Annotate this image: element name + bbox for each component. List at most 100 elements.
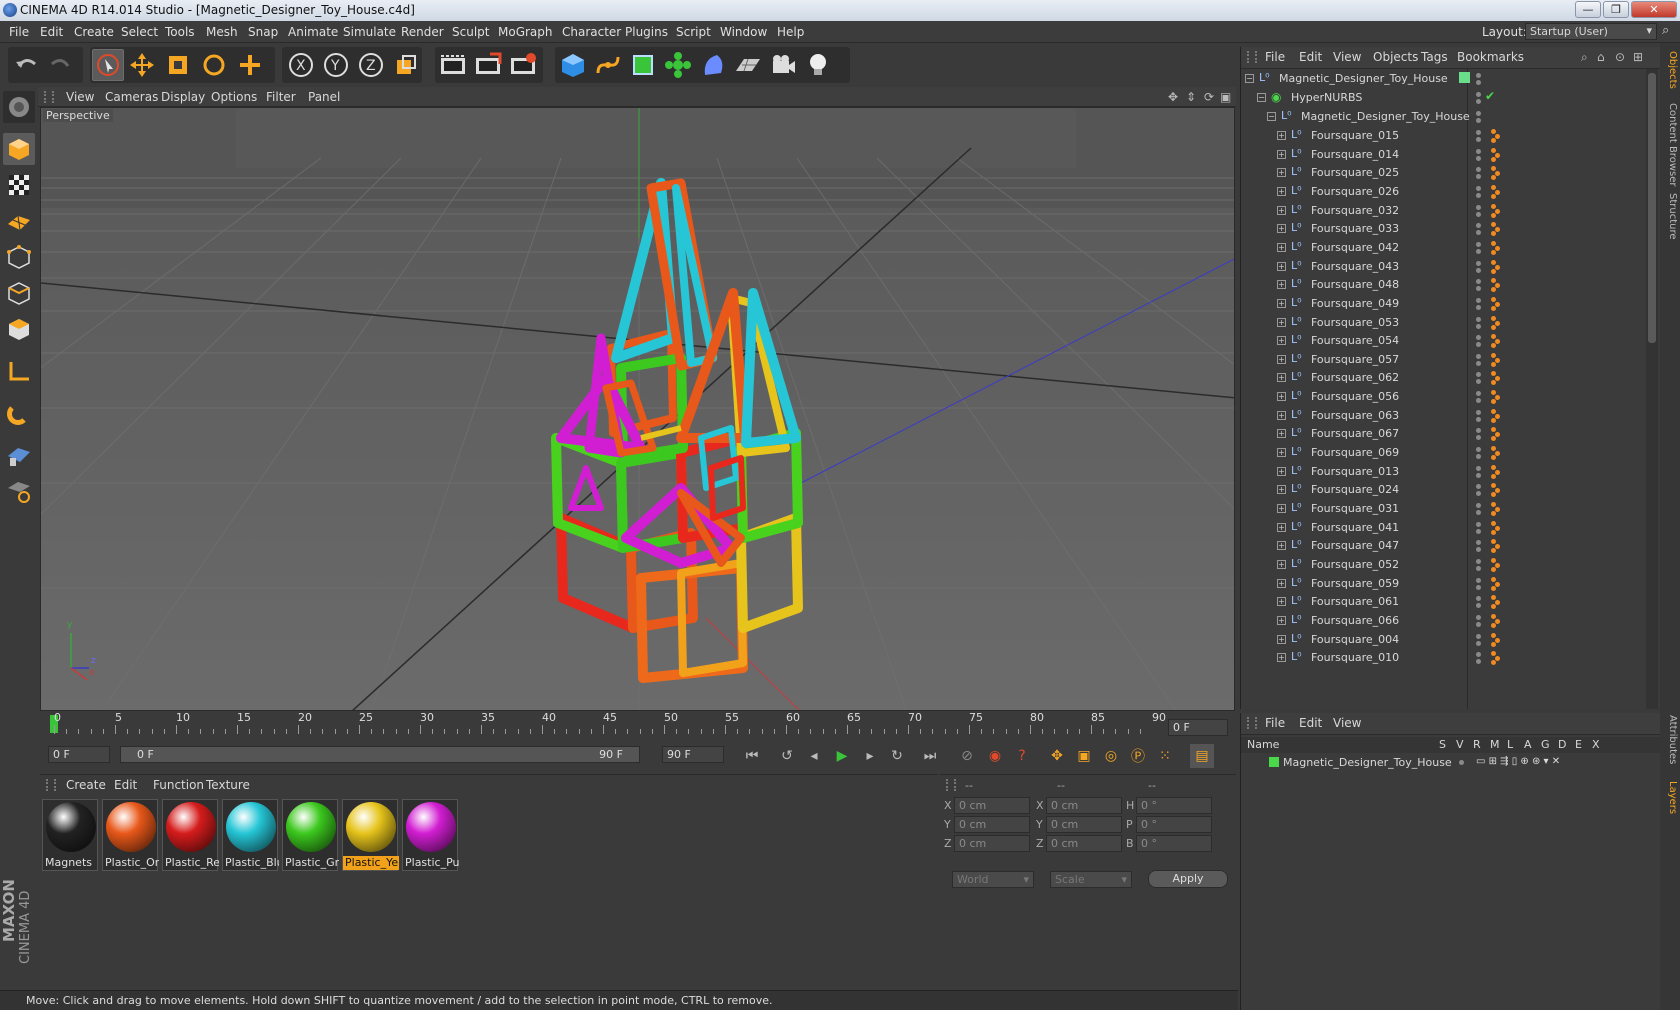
material-tag-icon[interactable] (1495, 189, 1500, 195)
layer-menu-view[interactable]: View (1333, 716, 1361, 730)
object-row[interactable]: + L⁰ Foursquare_067 (1241, 424, 1646, 444)
tab-structure[interactable]: Structure (1662, 193, 1678, 240)
render-settings-icon[interactable] (507, 49, 539, 81)
collapse-icon[interactable]: − (1267, 112, 1276, 121)
render-visibility-dot[interactable] (1476, 267, 1481, 273)
material-tag-icon[interactable] (1491, 520, 1496, 526)
menu-mesh[interactable]: Mesh (206, 25, 238, 39)
redo-icon[interactable] (45, 49, 77, 81)
object-row[interactable]: + L⁰ Foursquare_031 (1241, 499, 1646, 519)
render-visibility-dot[interactable] (1476, 621, 1481, 627)
render-visibility-dot[interactable] (1476, 640, 1481, 646)
object-row[interactable]: + L⁰ Foursquare_048 (1241, 275, 1646, 295)
expand-icon[interactable]: + (1277, 131, 1286, 140)
material-swatch[interactable]: Plastic_Yell (342, 799, 399, 871)
floor-icon[interactable] (732, 49, 764, 81)
tab-objects[interactable]: Objects (1662, 51, 1678, 89)
obj-menu-edit[interactable]: Edit (1299, 50, 1322, 64)
mat-menu-function[interactable]: Function (153, 778, 204, 792)
end-frame-field[interactable]: 90 F (662, 746, 724, 763)
render-visibility-dot[interactable] (1476, 304, 1481, 310)
editor-visibility-dot[interactable] (1476, 204, 1481, 210)
render-visibility-dot[interactable] (1476, 510, 1481, 515)
axis-mode-icon[interactable] (3, 355, 35, 387)
material-tag-icon[interactable] (1491, 511, 1496, 516)
material-tag-icon[interactable] (1495, 357, 1500, 363)
render-visibility-dot[interactable] (1476, 248, 1481, 254)
object-row[interactable]: + L⁰ Foursquare_025 (1241, 163, 1646, 183)
layer-column-header[interactable]: R (1473, 738, 1481, 751)
material-tag-icon[interactable] (1491, 212, 1496, 218)
world-coord-icon[interactable] (390, 49, 422, 81)
object-row[interactable]: + L⁰ Foursquare_054 (1241, 331, 1646, 351)
material-tag-icon[interactable] (1491, 324, 1496, 330)
coord-field[interactable]: 0 ° (1136, 797, 1212, 814)
material-tag-icon[interactable] (1491, 585, 1496, 591)
object-name[interactable]: Foursquare_025 (1311, 166, 1399, 179)
tab-layers[interactable]: Layers (1662, 781, 1678, 814)
expand-icon[interactable]: + (1277, 392, 1286, 402)
material-tag-icon[interactable] (1495, 339, 1500, 345)
workplane-mode-icon[interactable] (3, 205, 35, 237)
object-row[interactable]: + L⁰ Foursquare_041 (1241, 518, 1646, 538)
menu-mograph[interactable]: MoGraph (498, 25, 553, 39)
expand-icon[interactable]: + (1277, 205, 1286, 215)
editor-visibility-dot[interactable] (1476, 614, 1481, 620)
material-tag-icon[interactable] (1491, 455, 1496, 461)
material-tag-icon[interactable] (1495, 525, 1500, 531)
render-visibility-dot[interactable] (1476, 472, 1481, 478)
polygons-mode-icon[interactable] (3, 313, 35, 345)
menu-script[interactable]: Script (676, 25, 711, 39)
key-scale-icon[interactable]: ▣ (1072, 744, 1096, 768)
layer-column-header[interactable]: G (1541, 738, 1550, 751)
editor-visibility-dot[interactable] (1476, 633, 1481, 639)
object-name[interactable]: Foursquare_066 (1311, 614, 1399, 627)
expand-icon[interactable]: + (1277, 336, 1286, 346)
object-name[interactable]: Foursquare_049 (1311, 297, 1399, 310)
vp-menu-view[interactable]: View (66, 90, 94, 104)
nurbs-icon[interactable] (627, 49, 659, 81)
expand-icon[interactable]: + (1277, 653, 1286, 663)
menu-snap[interactable]: Snap (248, 25, 278, 39)
scale-icon[interactable] (162, 49, 194, 81)
object-name[interactable]: Magnetic_Designer_Toy_House (1279, 72, 1448, 85)
editor-visibility-dot[interactable] (1476, 558, 1481, 564)
object-name[interactable]: Foursquare_026 (1311, 185, 1399, 198)
coord-field[interactable]: 0 cm (1046, 835, 1122, 852)
material-swatch[interactable]: Plastic_Red (162, 799, 219, 871)
material-tag-icon[interactable] (1495, 134, 1500, 139)
object-name[interactable]: Foursquare_069 (1311, 446, 1399, 459)
expand-icon[interactable]: + (1277, 280, 1286, 290)
material-tag-icon[interactable] (1495, 469, 1500, 475)
previous-key-icon[interactable]: ↺ (775, 744, 799, 768)
object-row[interactable]: − L⁰ Magnetic_Designer_Toy_House (1241, 69, 1646, 89)
live-selection-icon[interactable] (92, 49, 124, 81)
material-tag-icon[interactable] (1491, 249, 1496, 255)
render-visibility-dot[interactable] (1476, 118, 1481, 123)
texture-mode-icon[interactable] (3, 169, 35, 201)
material-tag-icon[interactable] (1491, 502, 1496, 507)
coord-field[interactable]: 0 cm (954, 797, 1030, 814)
obj-menu-file[interactable]: File (1265, 50, 1285, 64)
material-tag-icon[interactable] (1491, 417, 1496, 423)
object-name[interactable]: Foursquare_024 (1311, 483, 1399, 496)
material-tag-icon[interactable] (1495, 208, 1500, 214)
model-mode-icon[interactable] (3, 133, 35, 165)
new-window-icon[interactable]: ⊞ (1633, 50, 1643, 64)
spline-icon[interactable] (592, 49, 624, 81)
layer-row[interactable]: Magnetic_Designer_Toy_House ▭ ⊞ ⇶ ▯ ⊕ ⊛ … (1241, 754, 1661, 772)
material-tag-icon[interactable] (1491, 473, 1496, 479)
menu-plugins[interactable]: Plugins (625, 25, 668, 39)
object-name[interactable]: HyperNURBS (1291, 91, 1362, 104)
solo-dot[interactable] (1459, 760, 1464, 765)
editor-visibility-dot[interactable] (1476, 111, 1481, 116)
render-visibility-dot[interactable] (1476, 398, 1481, 404)
editor-visibility-dot[interactable] (1476, 297, 1481, 303)
key-pla-icon[interactable]: ⁙ (1153, 744, 1177, 768)
material-tag-icon[interactable] (1491, 529, 1496, 535)
minimize-button[interactable]: — (1575, 1, 1601, 18)
render-visibility-dot[interactable] (1476, 491, 1481, 497)
object-row[interactable]: + L⁰ Foursquare_047 (1241, 536, 1646, 556)
snap-grid-icon[interactable] (3, 439, 35, 471)
object-row[interactable]: + L⁰ Foursquare_024 (1241, 480, 1646, 500)
